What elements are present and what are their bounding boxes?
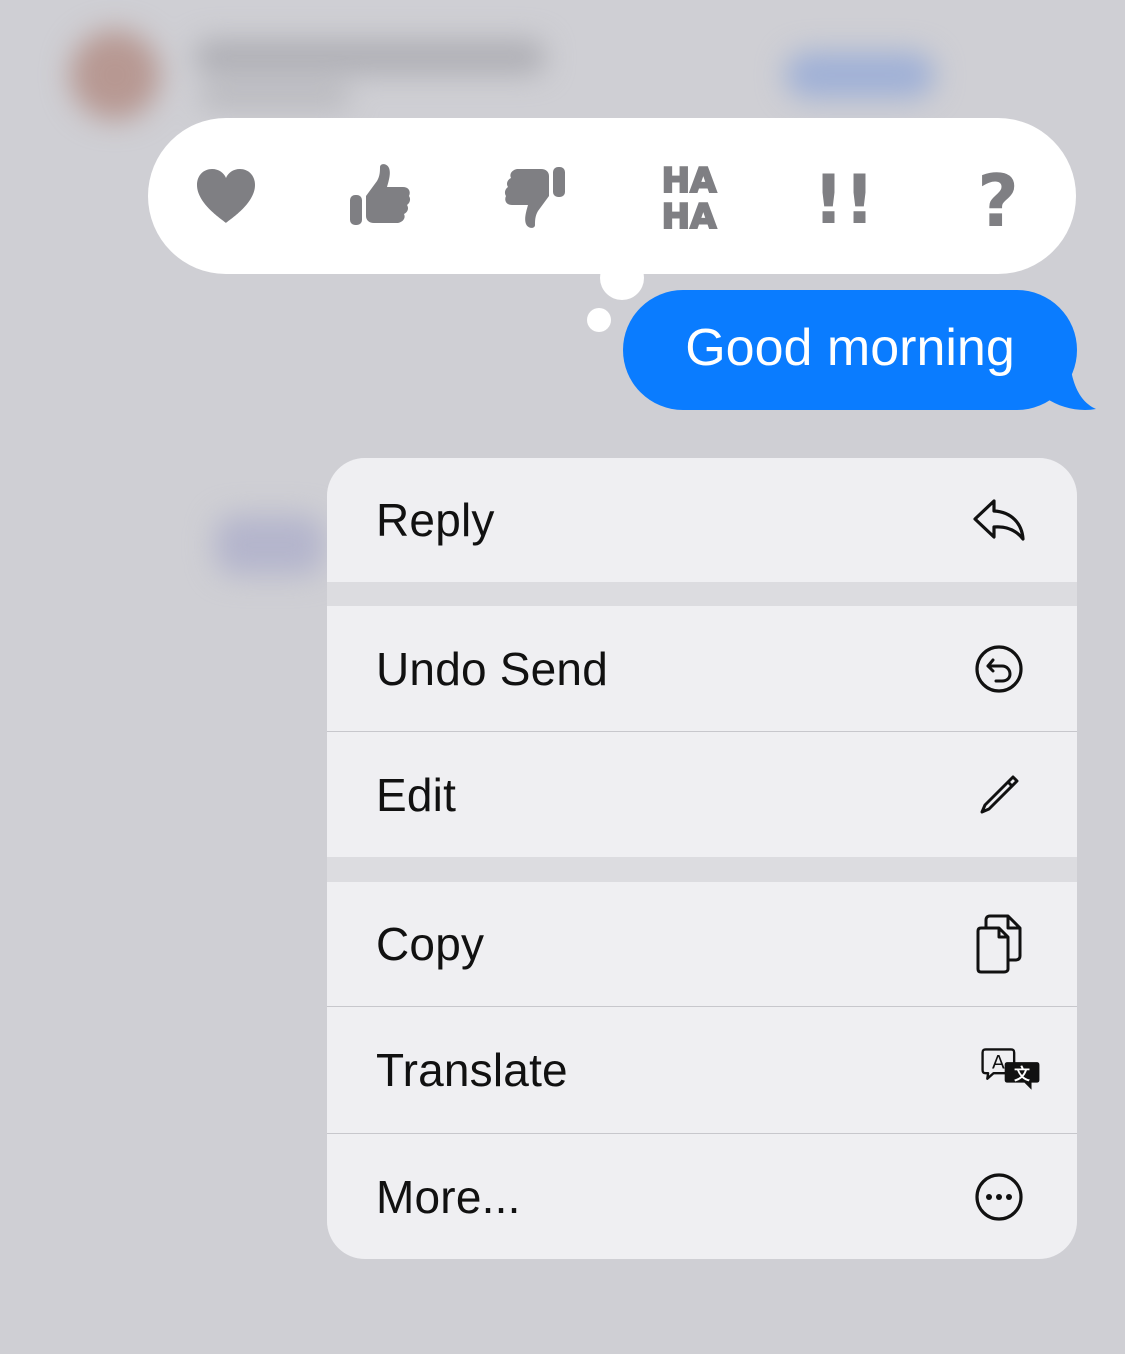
contact-subtitle-placeholder bbox=[200, 86, 350, 108]
pencil-icon bbox=[969, 765, 1029, 825]
undo-circle-icon bbox=[969, 639, 1029, 699]
translate-icon: A 文 bbox=[981, 1040, 1041, 1100]
haha-bottom-text: HA bbox=[662, 197, 717, 234]
menu-item-label: Edit bbox=[376, 768, 457, 821]
reaction-thumbs-up[interactable] bbox=[340, 156, 420, 236]
contact-name-placeholder bbox=[195, 40, 545, 74]
menu-item-undo-send[interactable]: Undo Send bbox=[327, 606, 1077, 731]
question-text: ? bbox=[977, 160, 1019, 232]
message-bubble-tail bbox=[1040, 362, 1096, 410]
menu-item-label: Translate bbox=[376, 1044, 568, 1096]
header-action-placeholder bbox=[785, 52, 935, 98]
menu-item-translate[interactable]: Translate A 文 bbox=[327, 1007, 1077, 1133]
menu-item-label: Undo Send bbox=[376, 642, 608, 695]
haha-top-text: HA bbox=[662, 161, 717, 201]
reaction-emphasize[interactable]: !! bbox=[804, 156, 884, 236]
menu-item-reply[interactable]: Reply bbox=[327, 458, 1077, 582]
reaction-bar-tail-dot bbox=[600, 256, 644, 300]
reaction-thumbs-down[interactable] bbox=[495, 156, 575, 236]
message-text: Good morning bbox=[685, 319, 1015, 377]
menu-item-label: More... bbox=[376, 1170, 521, 1223]
reaction-question[interactable]: ? bbox=[958, 156, 1038, 236]
ellipsis-circle-icon bbox=[969, 1167, 1029, 1227]
menu-item-label: Copy bbox=[376, 918, 485, 970]
menu-item-more[interactable]: More... bbox=[327, 1134, 1077, 1259]
menu-item-edit[interactable]: Edit bbox=[327, 732, 1077, 857]
double-exclamation-icon: !! bbox=[814, 161, 874, 231]
message-bubble[interactable]: Good morning bbox=[623, 290, 1077, 410]
translate-other-glyph: 文 bbox=[1014, 1064, 1030, 1083]
translate-latin-glyph: A bbox=[992, 1051, 1005, 1073]
heart-icon bbox=[197, 169, 255, 223]
menu-item-copy[interactable]: Copy bbox=[327, 882, 1077, 1006]
thumbs-down-icon bbox=[504, 167, 565, 228]
copy-documents-icon bbox=[969, 914, 1029, 974]
tapback-reaction-bar: HA HA !! ? bbox=[148, 118, 1076, 274]
reaction-bar-tail-dot-small bbox=[587, 308, 611, 332]
reaction-haha[interactable]: HA HA bbox=[649, 156, 729, 236]
haha-icon: HA HA bbox=[661, 160, 718, 234]
menu-item-label: Reply bbox=[376, 494, 495, 546]
avatar bbox=[70, 30, 160, 120]
thumbs-up-icon bbox=[350, 164, 411, 225]
reply-arrow-icon bbox=[969, 490, 1029, 550]
reaction-heart[interactable] bbox=[186, 156, 266, 236]
question-mark-icon: ? bbox=[977, 160, 1019, 232]
background-bubble-placeholder bbox=[215, 515, 325, 575]
emphasize-text: !! bbox=[814, 161, 874, 231]
message-context-menu: Reply Undo Send Edit Copy Translate A 文 … bbox=[327, 458, 1077, 1259]
